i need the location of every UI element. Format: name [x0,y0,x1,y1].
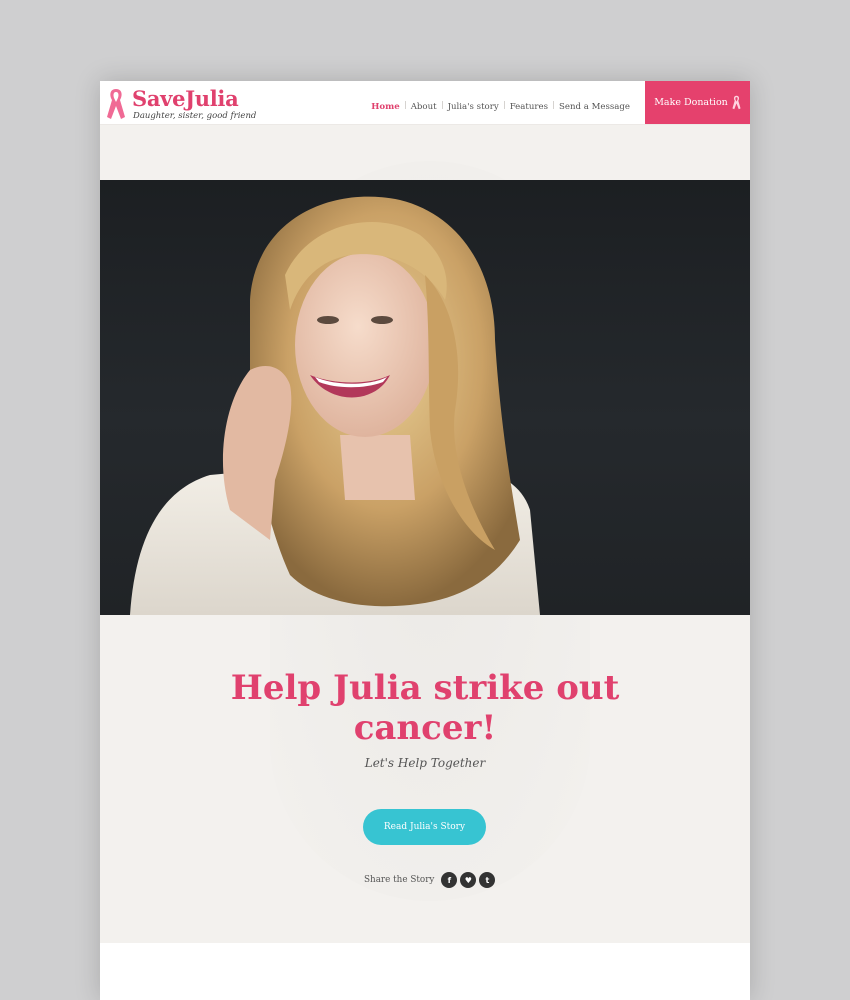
site-header: SaveJulia Daughter, sister, good friend … [100,81,750,125]
nav-home[interactable]: Home [366,102,404,112]
next-section [100,943,750,1000]
logo-title: SaveJulia [132,86,239,111]
ribbon-icon [107,89,125,119]
make-donation-button[interactable]: Make Donation [645,81,750,124]
nav-about[interactable]: About [406,102,442,112]
hero-tagline: Let's Help Together [364,756,486,770]
hero-photo [100,180,750,615]
ribbon-icon [732,95,741,110]
nav-julias-story[interactable]: Julia's story [443,102,504,112]
tumblr-icon[interactable]: t [479,872,496,888]
portrait-illustration [130,196,540,615]
share-label: Share the Story [364,875,435,885]
read-story-button[interactable]: Read Julia's Story [363,809,486,845]
headline-line-1: Help Julia strike out [230,668,620,708]
nav-send-message[interactable]: Send a Message [554,102,635,112]
twitter-icon[interactable]: ♥ [460,872,477,888]
hero-headline: Help Julia strike out cancer! [100,668,750,748]
share-bar: Share the Story f ♥ t [364,871,496,889]
site-logo[interactable]: SaveJulia Daughter, sister, good friend [106,85,256,121]
logo-tagline: Daughter, sister, good friend [133,111,257,121]
facebook-icon[interactable]: f [441,872,458,888]
landing-page: SaveJulia Daughter, sister, good friend … [100,81,750,1000]
donate-label: Make Donation [654,97,728,108]
headline-line-2: cancer! [353,708,497,748]
nav-features[interactable]: Features [505,102,553,112]
main-nav: Home About Julia's story Features Send a Mes… [366,96,635,114]
